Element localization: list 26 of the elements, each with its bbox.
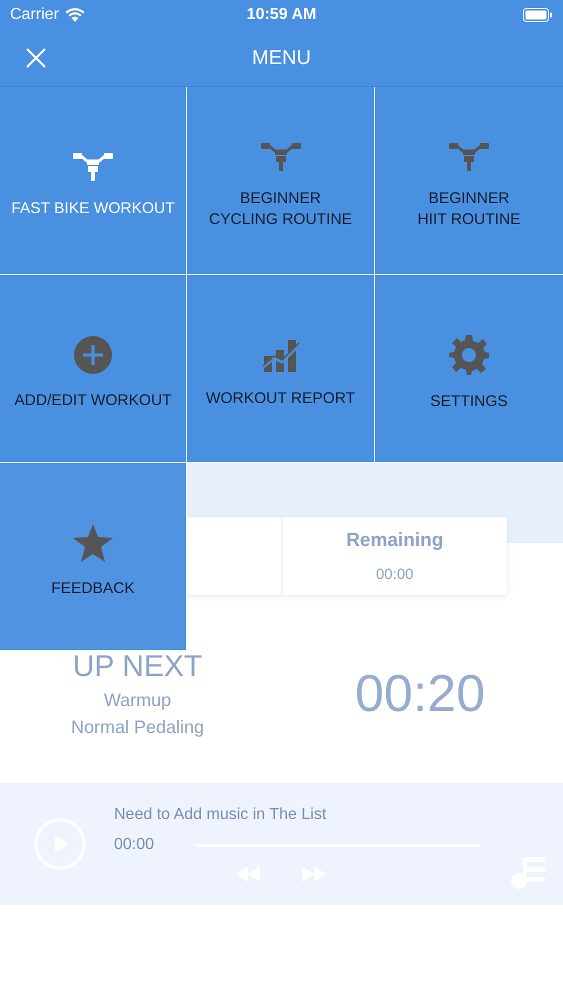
battery-icon bbox=[523, 8, 553, 22]
bar-chart-icon bbox=[262, 338, 300, 372]
close-icon[interactable] bbox=[26, 48, 46, 68]
wifi-icon bbox=[64, 8, 85, 22]
up-next-step: Warmup bbox=[104, 690, 172, 711]
plus-icon bbox=[74, 336, 112, 374]
menu-title: MENU bbox=[252, 46, 311, 70]
music-message: Need to Add music in The List bbox=[114, 806, 328, 824]
remaining-time: 00:00 bbox=[376, 566, 414, 582]
settings-icon bbox=[449, 335, 489, 375]
menu-tile[interactable]: ADD/EDIT WORKOUT bbox=[0, 275, 187, 463]
step-duration: 00:20 bbox=[355, 664, 486, 724]
status-time: 10:59 AM bbox=[246, 6, 316, 24]
remaining-label: Remaining bbox=[346, 530, 444, 552]
music-elapsed: 00:00 bbox=[114, 836, 154, 854]
menu-tile[interactable]: WORKOUT REPORT bbox=[187, 275, 375, 463]
menu-tile[interactable]: FAST BIKE WORKOUT bbox=[0, 87, 187, 275]
handlebar-icon bbox=[260, 142, 300, 172]
up-next-step: Normal Pedaling bbox=[70, 717, 204, 738]
handlebar-icon bbox=[449, 142, 489, 172]
up-next-heading: UP NEXT bbox=[72, 650, 202, 684]
menu-tile[interactable]: FEEDBACK bbox=[0, 463, 187, 651]
handlebar-icon bbox=[73, 152, 113, 182]
menu-tile[interactable]: BEGINNER CYCLING ROUTINE bbox=[187, 87, 375, 275]
star-icon bbox=[73, 524, 113, 562]
carrier-name: Carrier bbox=[10, 6, 59, 24]
